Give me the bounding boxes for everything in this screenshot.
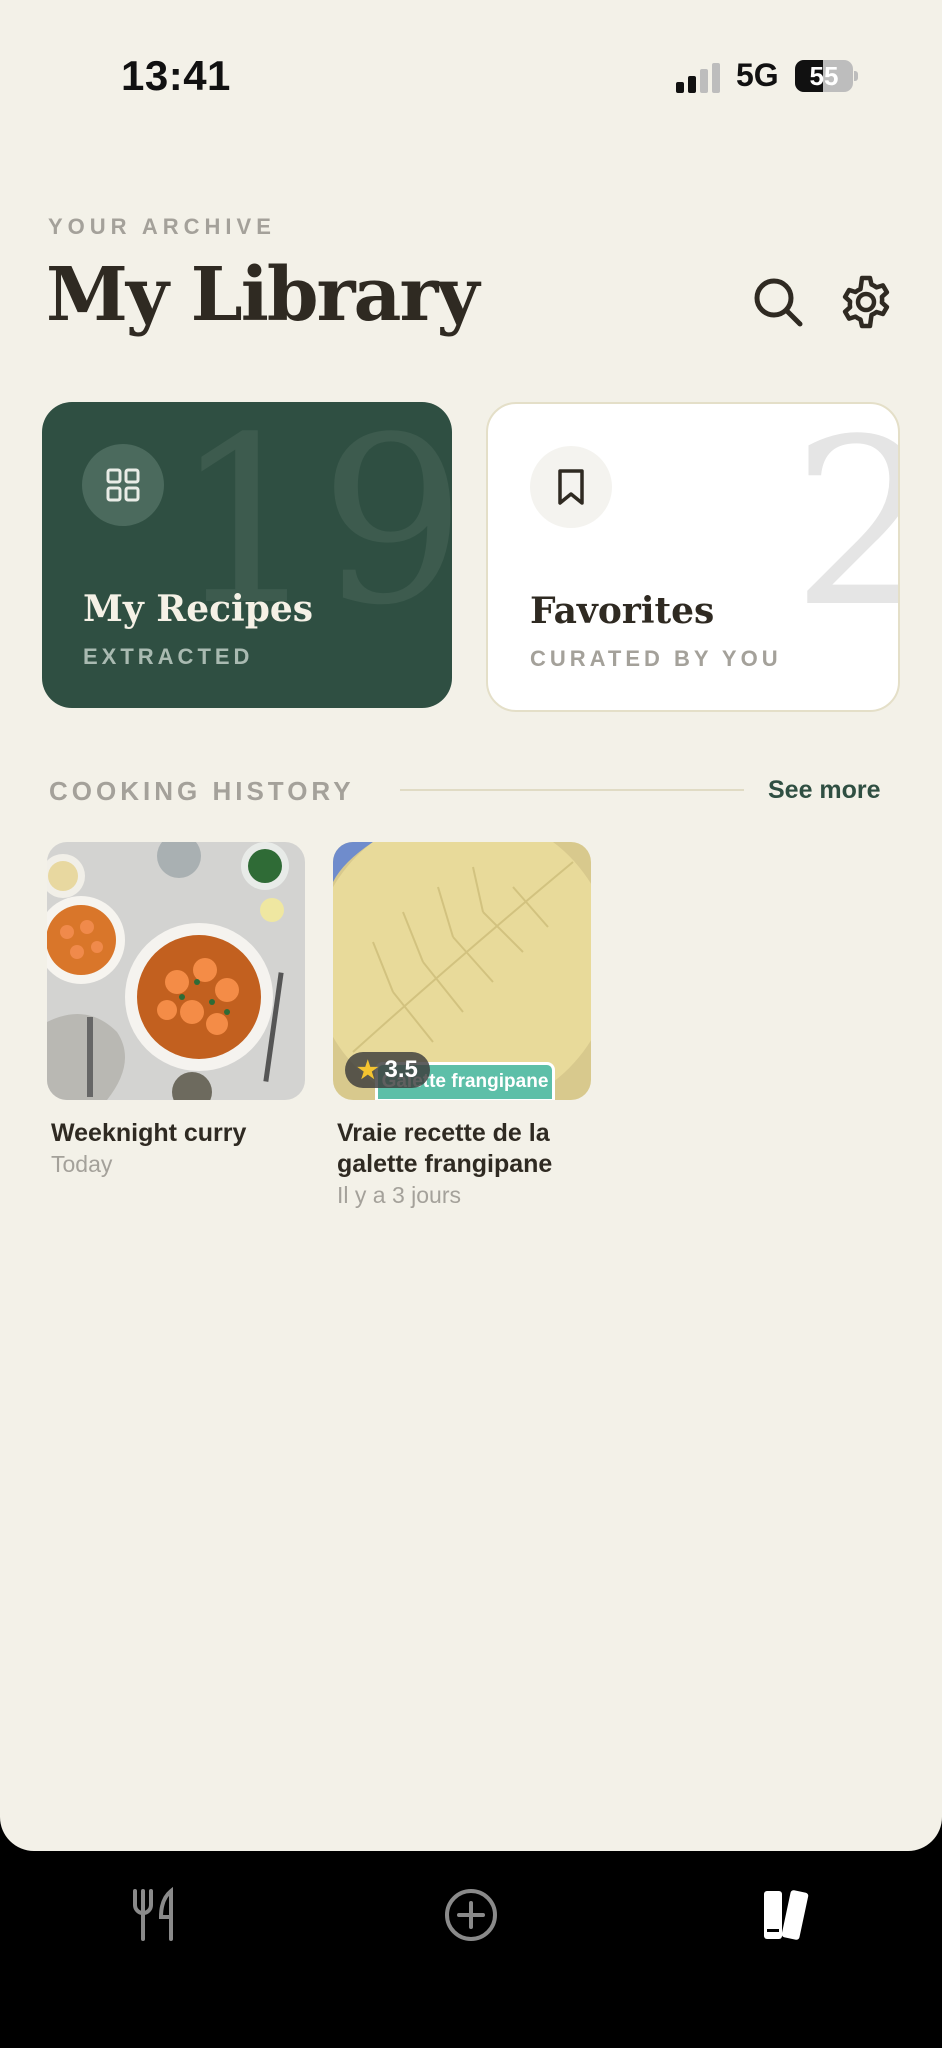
- search-button[interactable]: [750, 274, 806, 330]
- history-item-date: Today: [51, 1151, 113, 1177]
- recipe-thumbnail: [47, 842, 305, 1100]
- tab-add[interactable]: [441, 1885, 501, 1945]
- settings-button[interactable]: [838, 274, 894, 330]
- battery-cap: [854, 71, 858, 81]
- rating-badge: ★ 3.5: [345, 1052, 430, 1088]
- rating-value: 3.5: [384, 1056, 418, 1083]
- favorites-count: 2: [792, 410, 898, 640]
- recipes-card-subtitle: EXTRACTED: [83, 644, 254, 669]
- section-divider: [400, 789, 744, 791]
- tab-library[interactable]: [756, 1885, 816, 1945]
- cooking-history-label: COOKING HISTORY: [49, 776, 355, 806]
- history-item-title: Vraie recette de la galette frangipane: [337, 1119, 553, 1178]
- history-item-date: Il y a 3 jours: [337, 1182, 461, 1208]
- status-time: 13:41: [121, 52, 231, 99]
- favorites-card[interactable]: 2 Favorites CURATED BY YOU: [486, 402, 900, 712]
- library-books-icon: [764, 1890, 809, 1940]
- tab-bar: [0, 1851, 942, 2048]
- battery-icon: 55: [795, 60, 853, 92]
- favorites-card-title: Favorites: [530, 590, 715, 632]
- battery-level: 55: [809, 61, 839, 91]
- gear-icon: [842, 275, 890, 329]
- favorites-card-subtitle: CURATED BY YOU: [530, 646, 782, 671]
- star-icon: ★: [357, 1056, 379, 1084]
- network-label: 5G: [736, 57, 779, 93]
- fork-knife-icon: [133, 1886, 173, 1941]
- search-icon: [754, 278, 803, 327]
- history-item-galette[interactable]: Galette frangipane ★ 3.5 Vraie recette d…: [333, 842, 591, 1209]
- history-item-weeknight-curry[interactable]: Weeknight curry Today: [47, 842, 305, 1178]
- recipes-card-title: My Recipes: [83, 588, 314, 630]
- curry-photo: [47, 842, 305, 1100]
- see-more-link[interactable]: See more: [768, 776, 881, 805]
- recipes-icon-badge: [82, 444, 164, 526]
- page-title: My Library: [46, 252, 479, 338]
- grid-icon: [106, 468, 140, 502]
- history-item-title: Weeknight curry: [51, 1119, 247, 1147]
- app-screen: 13:41 5G 55 YOUR ARCHIVE My Library 19 M…: [0, 0, 942, 1851]
- bookmark-icon: [558, 469, 584, 505]
- page-eyebrow: YOUR ARCHIVE: [48, 214, 276, 239]
- my-recipes-card[interactable]: 19 My Recipes EXTRACTED: [42, 402, 452, 708]
- cellular-signal-icon: [676, 63, 720, 93]
- add-circle-icon: [445, 1889, 497, 1941]
- tab-recipes[interactable]: [127, 1885, 187, 1945]
- favorites-icon-badge: [530, 446, 612, 528]
- recipe-thumbnail: Galette frangipane ★ 3.5: [333, 842, 591, 1100]
